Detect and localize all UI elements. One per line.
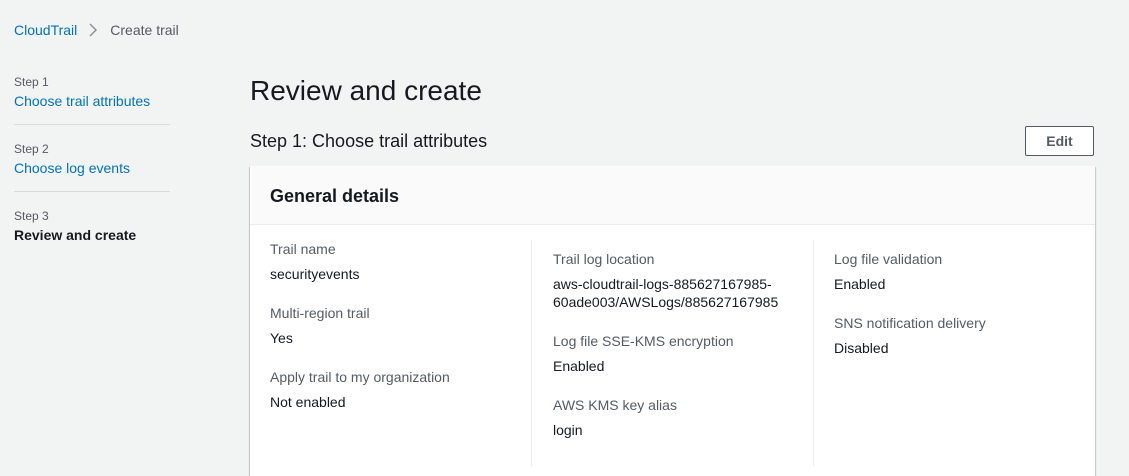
detail-sns-notification-delivery: SNS notification delivery Disabled [834,314,1094,357]
step-link-choose-trail-attributes[interactable]: Choose trail attributes [14,92,170,110]
detail-value: login [553,422,583,438]
detail-sse-kms-encryption: Log file SSE-KMS encryption Enabled [553,332,835,375]
detail-value: Enabled [834,276,886,292]
detail-value: securityevents [270,266,360,282]
panel-title: General details [270,186,400,206]
step-number: Step 1 [14,75,49,89]
detail-value: aws-cloudtrail-logs-885627167985- 60ade0… [553,275,835,311]
edit-button[interactable]: Edit [1025,126,1094,156]
detail-key: Multi-region trail [270,305,370,321]
step-link-choose-log-events[interactable]: Choose log events [14,159,170,177]
wizard-steps-nav: Step 1 Choose trail attributes Step 2 Ch… [14,74,170,274]
section-title: Step 1: Choose trail attributes [250,131,488,151]
step-number: Step 3 [14,209,49,223]
detail-key: SNS notification delivery [834,315,986,331]
detail-apply-to-organization: Apply trail to my organization Not enabl… [270,368,530,411]
detail-log-file-validation: Log file validation Enabled [834,250,1094,293]
details-column-1: Trail name securityevents Multi-region t… [270,240,530,466]
detail-value: Enabled [553,358,605,374]
page-title: Review and create [250,75,482,106]
detail-value: Disabled [834,340,889,356]
detail-value: Yes [270,330,293,346]
panel-header: General details [250,166,1095,225]
detail-key: Log file validation [834,251,943,267]
detail-trail-name: Trail name securityevents [270,240,530,283]
breadcrumb: CloudTrail Create trail [14,22,179,38]
detail-value-line: aws-cloudtrail-logs-885627167985- [553,276,772,292]
chevron-right-icon [83,22,105,38]
step-number: Step 2 [14,142,49,156]
detail-multi-region-trail: Multi-region trail Yes [270,304,530,347]
step-current-review-and-create: Review and create [14,227,137,243]
breadcrumb-cloudtrail-link[interactable]: CloudTrail [14,22,77,38]
breadcrumb-current: Create trail [110,22,179,38]
detail-trail-log-location: Trail log location aws-cloudtrail-logs-8… [553,250,835,311]
detail-key: Trail name [270,241,336,257]
detail-key: Trail log location [553,251,655,267]
general-details-panel: General details Trail name securityevent… [250,166,1095,476]
wizard-step-2: Step 2 Choose log events [14,141,170,192]
details-column-2: Trail log location aws-cloudtrail-logs-8… [531,240,835,466]
wizard-step-3: Step 3 Review and create [14,208,170,258]
detail-key: AWS KMS key alias [553,397,677,413]
details-column-3: Log file validation Enabled SNS notifica… [813,240,1094,466]
detail-key: Apply trail to my organization [270,369,450,385]
detail-value-line: 60ade003/AWSLogs/885627167985 [553,294,779,310]
detail-value: Not enabled [270,394,346,410]
detail-key: Log file SSE-KMS encryption [553,333,734,349]
wizard-step-1: Step 1 Choose trail attributes [14,74,170,125]
detail-kms-key-alias: AWS KMS key alias login [553,396,835,439]
